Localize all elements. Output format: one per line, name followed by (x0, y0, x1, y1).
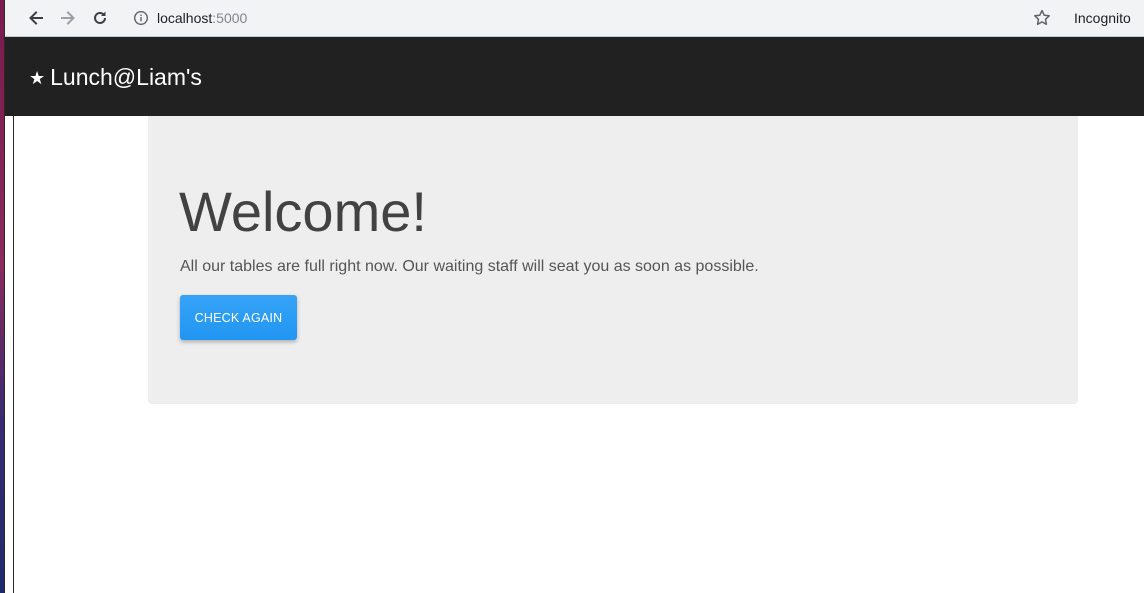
star-outline-icon[interactable] (1032, 8, 1052, 28)
page-left-edge (13, 116, 14, 593)
app-navbar: ★ Lunch@Liam's (5, 37, 1144, 116)
incognito-label[interactable]: Incognito (1074, 9, 1131, 27)
check-again-button[interactable]: CHECK AGAIN (180, 295, 297, 340)
reload-icon (94, 11, 106, 24)
forward-arrow-icon (61, 11, 75, 25)
url-host: localhost (157, 10, 213, 26)
back-button[interactable] (23, 5, 49, 31)
page-title: Welcome! (179, 180, 427, 243)
star-icon: ★ (29, 68, 46, 88)
reload-button[interactable] (87, 5, 113, 31)
brand-name: Lunch@Liam's (50, 64, 202, 90)
info-icon[interactable] (133, 10, 149, 26)
browser-toolbar: localhost:5000 Incognito (5, 0, 1144, 37)
url-text[interactable]: localhost:5000 (157, 10, 247, 26)
url-port: :5000 (212, 10, 248, 26)
back-arrow-icon (29, 11, 43, 25)
welcome-panel: Welcome! All our tables are full right n… (148, 116, 1078, 404)
brand-link[interactable]: ★ Lunch@Liam's (29, 63, 202, 91)
forward-button[interactable] (55, 5, 81, 31)
address-bar[interactable]: localhost:5000 (123, 4, 1067, 32)
status-message: All our tables are full right now. Our w… (180, 258, 759, 275)
screen: localhost:5000 Incognito ★ Lunch@Liam's … (0, 0, 1144, 593)
